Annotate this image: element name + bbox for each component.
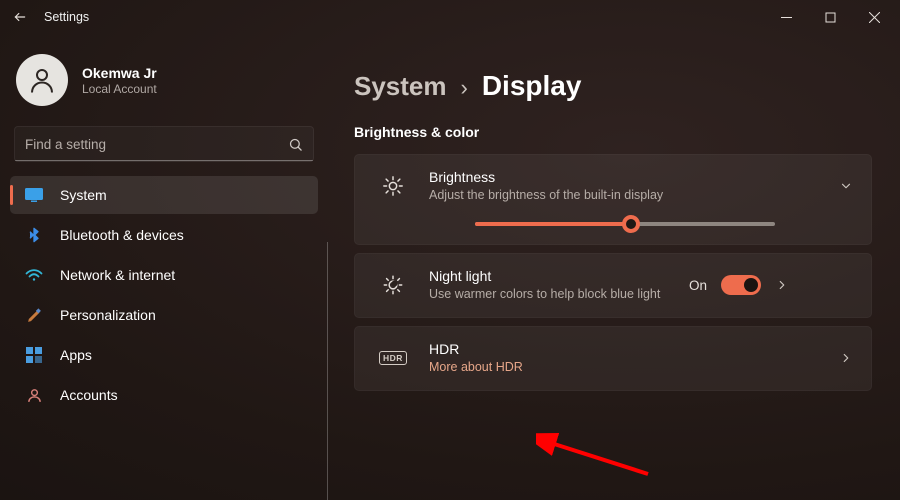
minimize-icon bbox=[781, 12, 792, 23]
nav-item-system[interactable]: System bbox=[10, 176, 318, 214]
maximize-button[interactable] bbox=[808, 0, 852, 34]
brightness-card[interactable]: Brightness Adjust the brightness of the … bbox=[354, 154, 872, 245]
chevron-right-icon[interactable] bbox=[839, 351, 853, 365]
nav-item-label: Accounts bbox=[60, 387, 118, 403]
nav-item-accounts[interactable]: Accounts bbox=[10, 376, 318, 414]
main-panel: System › Display Brightness & color Brig… bbox=[328, 34, 900, 500]
profile-subtitle: Local Account bbox=[82, 82, 157, 96]
nav-item-personalization[interactable]: Personalization bbox=[10, 296, 318, 334]
search-input[interactable] bbox=[25, 137, 288, 152]
chevron-down-icon[interactable] bbox=[839, 179, 853, 193]
back-button[interactable] bbox=[4, 1, 36, 33]
chevron-right-icon: › bbox=[461, 75, 468, 101]
search-box[interactable] bbox=[14, 126, 314, 162]
breadcrumb-parent[interactable]: System bbox=[354, 71, 447, 102]
wifi-icon bbox=[22, 268, 46, 282]
nav-item-apps[interactable]: Apps bbox=[10, 336, 318, 374]
breadcrumb: System › Display bbox=[354, 70, 872, 102]
close-button[interactable] bbox=[852, 0, 896, 34]
close-icon bbox=[869, 12, 880, 23]
avatar bbox=[16, 54, 68, 106]
paintbrush-icon bbox=[22, 307, 46, 324]
titlebar: Settings bbox=[0, 0, 900, 34]
hdr-card[interactable]: HDR HDR More about HDR bbox=[354, 326, 872, 391]
slider-thumb[interactable] bbox=[622, 215, 640, 233]
nav-item-network[interactable]: Network & internet bbox=[10, 256, 318, 294]
slider-fill bbox=[475, 222, 631, 226]
bluetooth-icon bbox=[22, 227, 46, 243]
chevron-right-icon[interactable] bbox=[775, 278, 789, 292]
night-light-toggle[interactable] bbox=[721, 275, 761, 295]
apps-icon bbox=[22, 347, 46, 363]
breadcrumb-current: Display bbox=[482, 70, 582, 102]
display-icon bbox=[22, 188, 46, 202]
arrow-left-icon bbox=[13, 10, 27, 24]
sun-icon bbox=[373, 175, 413, 197]
hdr-title: HDR bbox=[429, 341, 839, 357]
night-light-card[interactable]: Night light Use warmer colors to help bl… bbox=[354, 253, 872, 318]
nav-item-label: Bluetooth & devices bbox=[60, 227, 184, 243]
hdr-icon: HDR bbox=[373, 351, 413, 365]
nav-list: System Bluetooth & devices Network & int… bbox=[10, 176, 318, 414]
sidebar: Okemwa Jr Local Account System Bluetooth… bbox=[0, 34, 328, 500]
window-controls bbox=[764, 0, 896, 34]
profile-block[interactable]: Okemwa Jr Local Account bbox=[16, 54, 312, 106]
nav-item-label: Apps bbox=[60, 347, 92, 363]
nav-item-label: Network & internet bbox=[60, 267, 175, 283]
profile-name: Okemwa Jr bbox=[82, 65, 157, 81]
accounts-icon bbox=[22, 387, 46, 404]
nav-item-bluetooth[interactable]: Bluetooth & devices bbox=[10, 216, 318, 254]
night-light-subtitle: Use warmer colors to help block blue lig… bbox=[429, 286, 689, 303]
brightness-subtitle: Adjust the brightness of the built-in di… bbox=[429, 187, 839, 204]
search-icon bbox=[288, 137, 303, 152]
section-title: Brightness & color bbox=[354, 124, 872, 140]
brightness-slider[interactable] bbox=[475, 222, 775, 226]
annotation-arrow bbox=[536, 432, 656, 482]
night-light-state: On bbox=[689, 278, 707, 293]
night-light-title: Night light bbox=[429, 268, 689, 284]
toggle-knob bbox=[744, 278, 758, 292]
hdr-link[interactable]: More about HDR bbox=[429, 359, 839, 376]
window-title: Settings bbox=[44, 10, 89, 24]
minimize-button[interactable] bbox=[764, 0, 808, 34]
brightness-title: Brightness bbox=[429, 169, 839, 185]
maximize-icon bbox=[825, 12, 836, 23]
night-light-icon bbox=[373, 274, 413, 296]
person-icon bbox=[27, 65, 57, 95]
nav-item-label: Personalization bbox=[60, 307, 156, 323]
nav-item-label: System bbox=[60, 187, 107, 203]
